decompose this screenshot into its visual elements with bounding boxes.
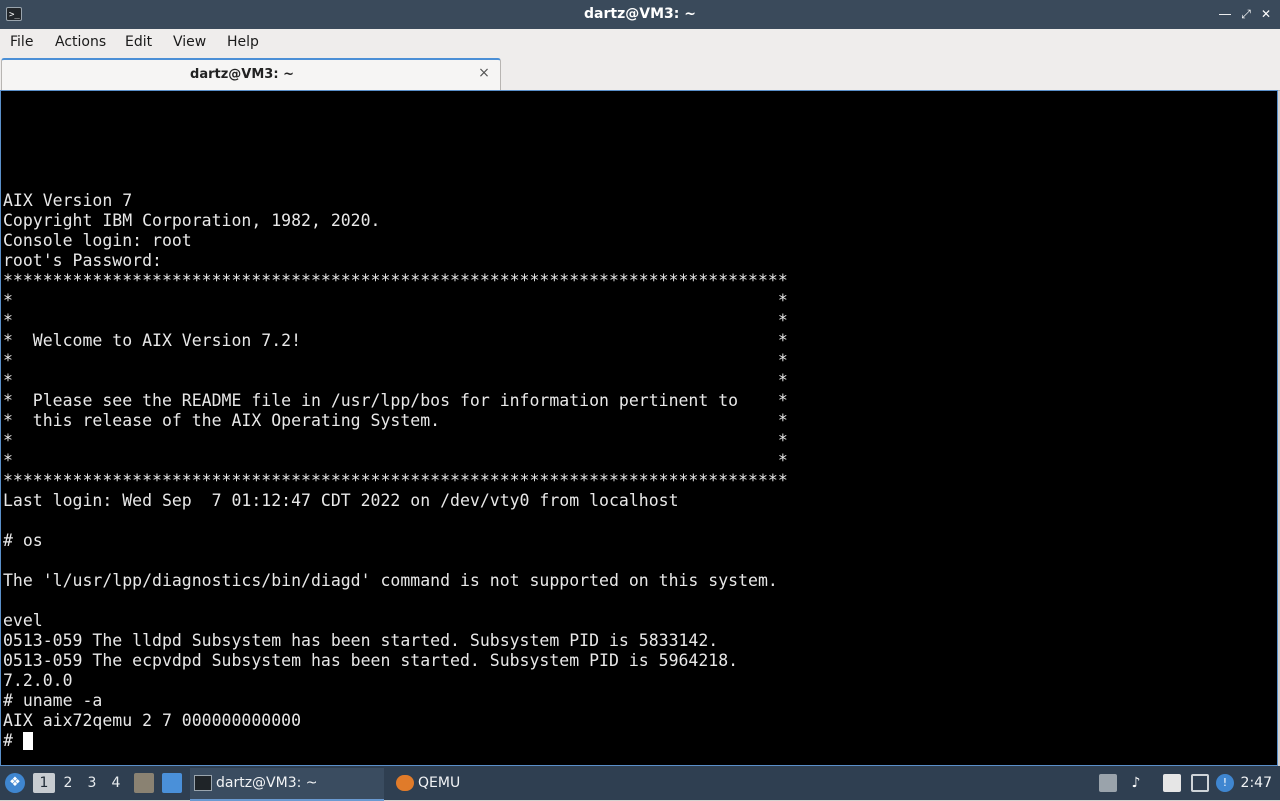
terminal-line: AIX aix72qemu 2 7 000000000000 bbox=[3, 711, 302, 730]
workspace-1[interactable]: 1 bbox=[33, 773, 55, 793]
tab-bar: dartz@VM3: ~ × bbox=[0, 56, 1280, 91]
menu-actions[interactable]: Actions bbox=[55, 29, 106, 56]
terminal-line: * Please see the README file in /usr/lpp… bbox=[3, 391, 788, 410]
terminal-line: evel bbox=[3, 611, 43, 630]
volume-icon[interactable]: ♪ bbox=[1127, 774, 1145, 792]
terminal-line: * * bbox=[3, 451, 788, 470]
show-desktop-icon[interactable] bbox=[162, 773, 182, 793]
terminal-line: ****************************************… bbox=[3, 471, 788, 490]
network-icon[interactable] bbox=[1191, 774, 1209, 792]
terminal-line: 0513-059 The ecpvdpd Subsystem has been … bbox=[3, 651, 739, 670]
terminal-line: 0513-059 The lldpd Subsystem has been st… bbox=[3, 631, 719, 650]
terminal-line: * * bbox=[3, 291, 788, 310]
start-menu-icon[interactable]: ❖ bbox=[5, 773, 25, 793]
clock[interactable]: 2:47 bbox=[1241, 766, 1272, 800]
terminal-line: The 'l/usr/lpp/diagnostics/bin/diagd' co… bbox=[3, 571, 778, 590]
workspace-3[interactable]: 3 bbox=[81, 773, 103, 793]
terminal-line: * * bbox=[3, 311, 788, 330]
window-title: dartz@VM3: ~ bbox=[584, 6, 696, 22]
workspace-4[interactable]: 4 bbox=[105, 773, 127, 793]
terminal-prompt: # bbox=[3, 731, 23, 750]
maximize-icon[interactable]: ⤢ bbox=[1238, 6, 1254, 22]
tab-close-icon[interactable]: × bbox=[476, 65, 492, 81]
terminal-cursor bbox=[22, 732, 33, 750]
terminal-line: Last login: Wed Sep 7 01:12:47 CDT 2022 … bbox=[3, 491, 679, 510]
workspace-2[interactable]: 2 bbox=[57, 773, 79, 793]
notification-icon[interactable]: ! bbox=[1216, 774, 1234, 792]
terminal-line: * * bbox=[3, 371, 788, 390]
terminal-line: * this release of the AIX Operating Syst… bbox=[3, 411, 788, 430]
file-manager-icon[interactable] bbox=[134, 773, 154, 793]
terminal-line: ****************************************… bbox=[3, 271, 788, 290]
menu-bar: File Actions Edit View Help bbox=[0, 29, 1280, 56]
terminal-line: Copyright IBM Corporation, 1982, 2020. bbox=[3, 211, 381, 230]
terminal-icon bbox=[194, 775, 212, 791]
menu-view[interactable]: View bbox=[173, 29, 206, 56]
task-terminal-label: dartz@VM3: ~ bbox=[216, 775, 318, 791]
eject-icon[interactable] bbox=[1099, 774, 1117, 792]
terminal-line: AIX Version 7 bbox=[3, 191, 133, 210]
terminal-line: Console login: root bbox=[3, 231, 192, 250]
terminal-line: 7.2.0.0 bbox=[3, 671, 73, 690]
terminal-line: * * bbox=[3, 431, 788, 450]
menu-edit[interactable]: Edit bbox=[125, 29, 152, 56]
menu-help[interactable]: Help bbox=[227, 29, 259, 56]
terminal-line: * * bbox=[3, 351, 788, 370]
menu-file[interactable]: File bbox=[10, 29, 33, 56]
taskbar: ❖ 1 2 3 4 dartz@VM3: ~ QEMU ♪ ! 2:47 bbox=[0, 766, 1280, 801]
tab-terminal[interactable]: dartz@VM3: ~ × bbox=[1, 58, 501, 91]
qemu-icon bbox=[396, 775, 414, 791]
terminal-prompt-line[interactable]: # bbox=[3, 731, 788, 751]
tab-label: dartz@VM3: ~ bbox=[190, 67, 294, 82]
terminal-line: # os bbox=[3, 531, 43, 550]
terminal-line: * Welcome to AIX Version 7.2! * bbox=[3, 331, 788, 350]
task-qemu-label: QEMU bbox=[418, 775, 461, 791]
terminal-view[interactable]: AIX Version 7 Copyright IBM Corporation, … bbox=[0, 90, 1278, 766]
clipboard-icon[interactable] bbox=[1163, 774, 1181, 792]
terminal-line: # uname -a bbox=[3, 691, 103, 710]
terminal-output: AIX Version 7 Copyright IBM Corporation, … bbox=[3, 191, 788, 751]
task-terminal[interactable]: dartz@VM3: ~ bbox=[190, 768, 384, 801]
close-window-icon[interactable]: ✕ bbox=[1258, 6, 1274, 22]
task-qemu[interactable]: QEMU bbox=[392, 768, 492, 799]
window-titlebar: >_ dartz@VM3: ~ ― ⤢ ✕ bbox=[0, 0, 1280, 29]
terminal-line: root's Password: bbox=[3, 251, 162, 270]
minimize-icon[interactable]: ― bbox=[1217, 6, 1233, 22]
